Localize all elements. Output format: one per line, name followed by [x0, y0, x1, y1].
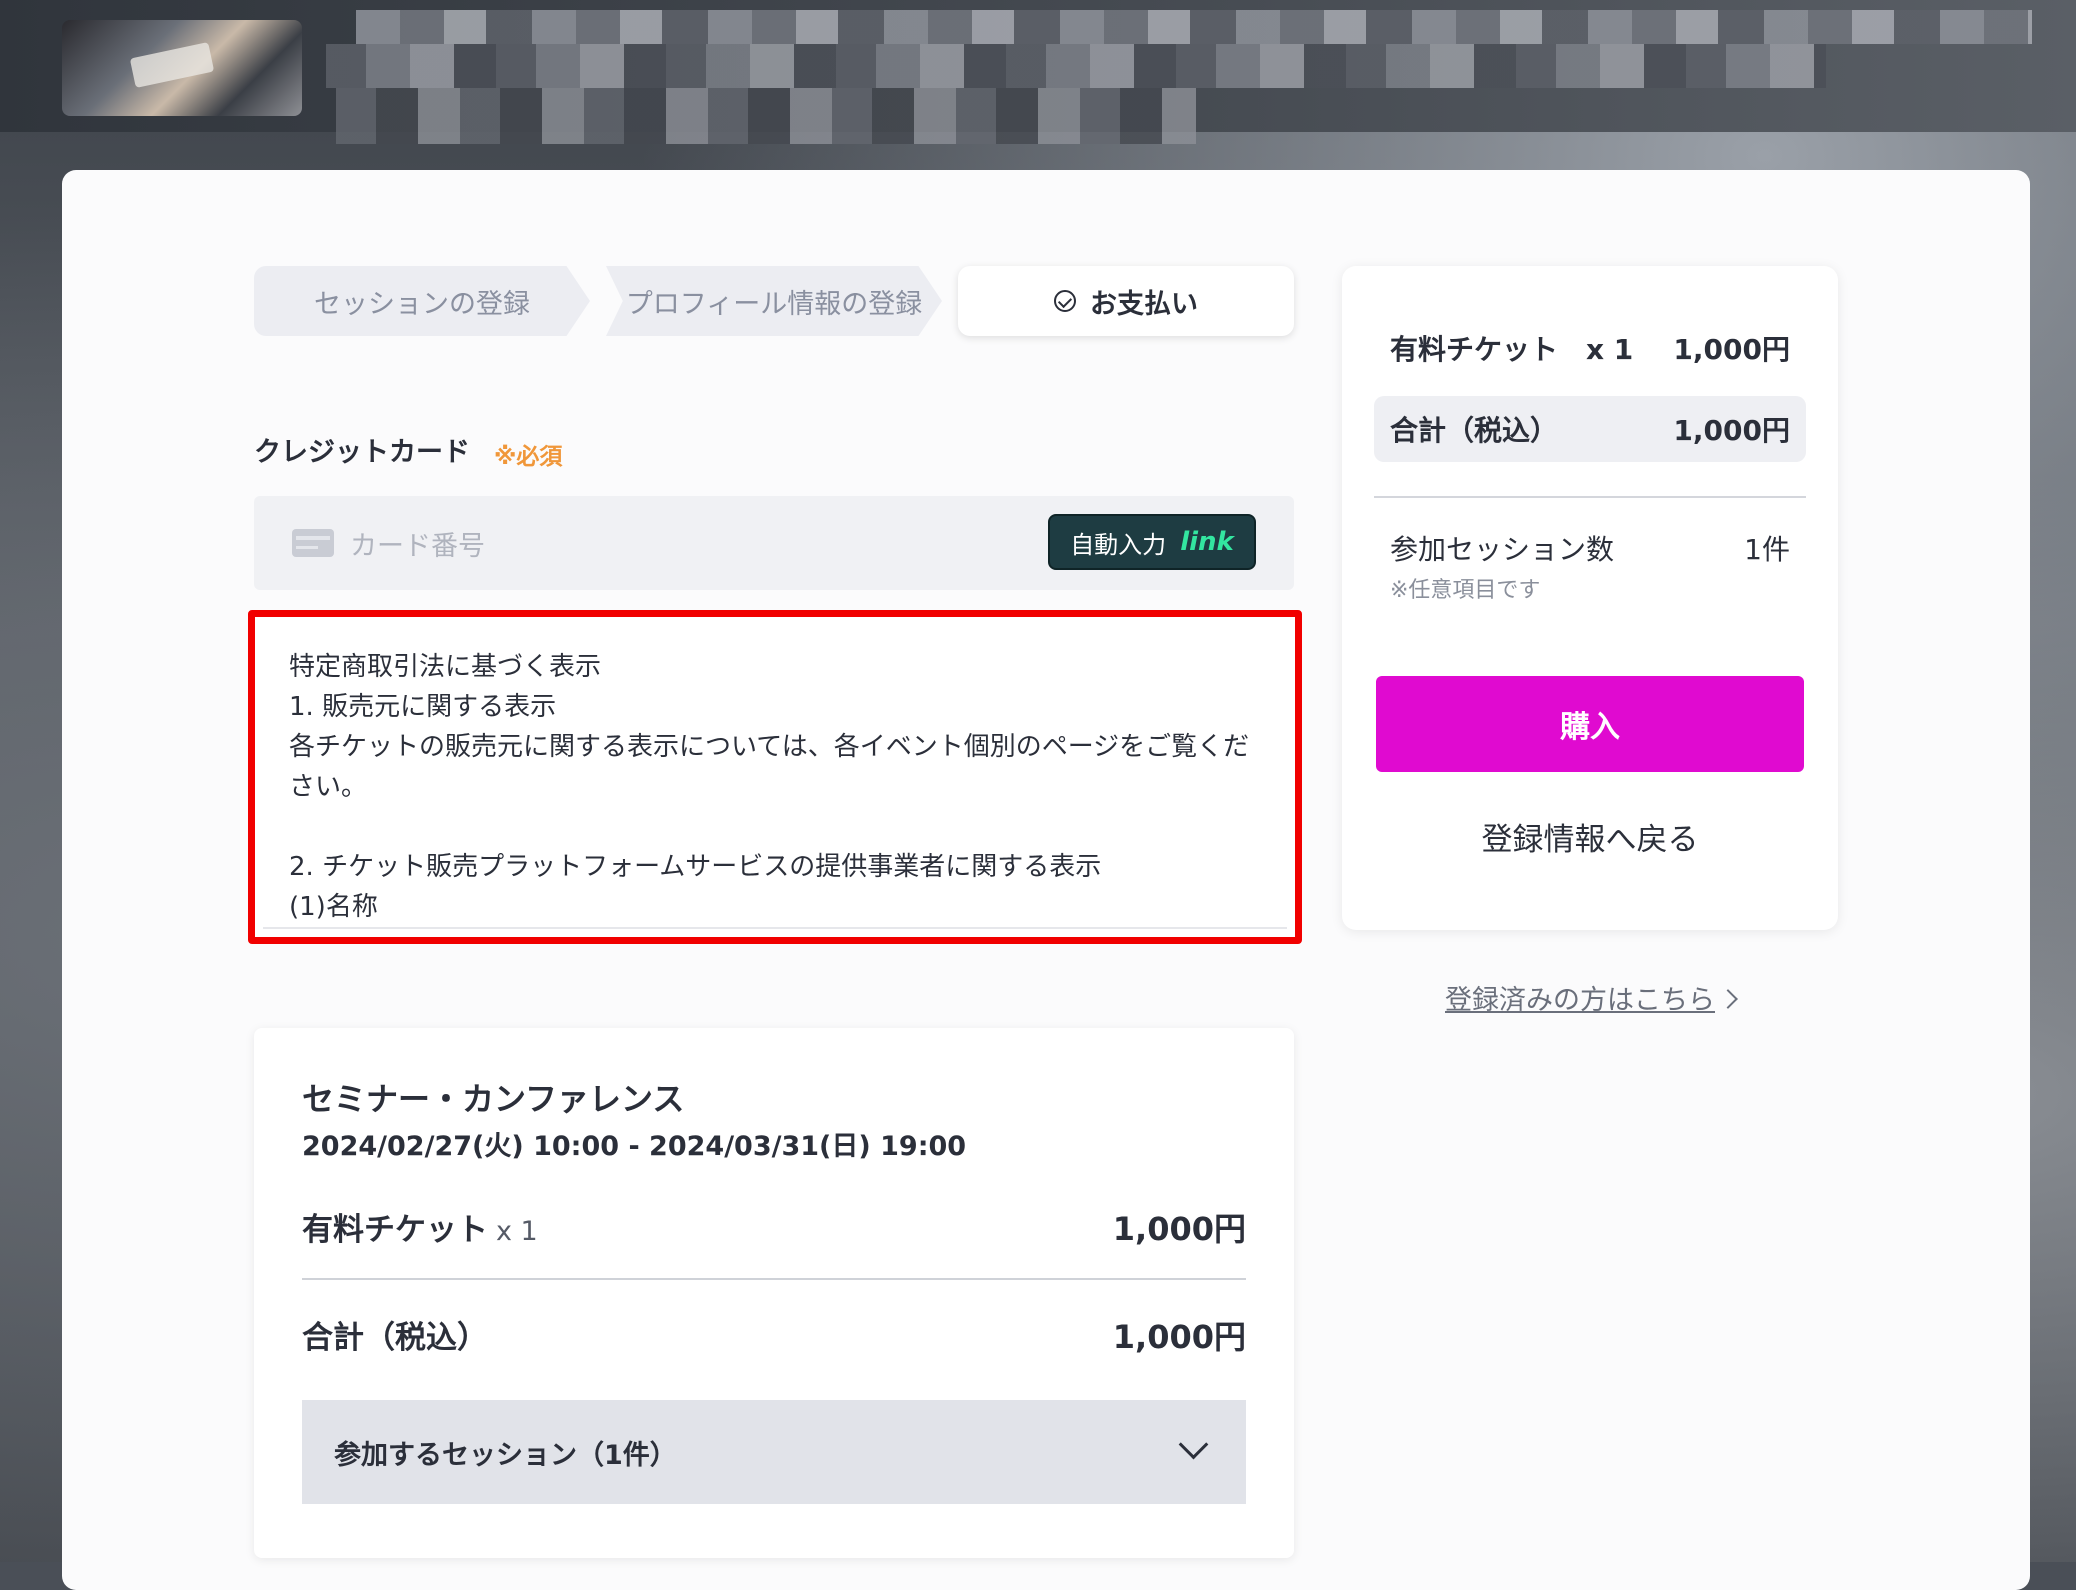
- session-count-label: 参加セッション数: [1390, 533, 1615, 566]
- chevron-down-icon: [1178, 1429, 1209, 1460]
- credit-card-label: クレジットカード: [254, 437, 470, 468]
- sessions-accordion-label: 参加するセッション（1件）: [334, 1439, 677, 1471]
- sessions-accordion[interactable]: 参加するセッション（1件）: [302, 1400, 1246, 1504]
- step-session-registration: セッションの登録: [254, 266, 590, 336]
- chevron-right-icon: [1718, 989, 1738, 1009]
- ticket-label: 有料チケット: [302, 1212, 488, 1248]
- event-date: 2024/02/27(火) 10:00 - 2024/03/31(日) 19:0…: [302, 1131, 967, 1162]
- event-header: [0, 0, 2076, 144]
- step-indicator: セッションの登録 プロフィール情報の登録 お支払い: [254, 266, 1294, 336]
- total-price: 1,000円: [1112, 1318, 1246, 1356]
- purchase-button[interactable]: 購入: [1376, 676, 1804, 772]
- already-registered-link[interactable]: 登録済みの方はこちら: [1342, 978, 1838, 1017]
- session-count-row: 参加セッション数 1件: [1390, 528, 1790, 568]
- check-circle-icon: [1054, 290, 1076, 312]
- card-number-placeholder: カード番号: [350, 531, 485, 562]
- sidebar-total-label: 合計（税込）: [1390, 414, 1559, 447]
- sidebar-ticket-price: 1,000円: [1673, 333, 1790, 366]
- legal-line: 各チケットの販売元に関する表示については、各イベント個別のページをご覧ください。: [289, 732, 1250, 802]
- already-registered-label: 登録済みの方はこちら: [1445, 985, 1715, 1016]
- sidebar-total-price: 1,000円: [1673, 414, 1790, 447]
- back-to-registration-link[interactable]: 登録情報へ戻る: [1342, 814, 1838, 859]
- legal-line: 2. チケット販売プラットフォームサービスの提供事業者に関する表示: [289, 852, 1102, 882]
- legal-line: (1)名称: [289, 892, 378, 922]
- credit-card-icon: [292, 529, 334, 557]
- link-autofill-button[interactable]: 自動入力 link: [1048, 514, 1256, 570]
- legal-line: 1. 販売元に関する表示: [289, 692, 557, 722]
- legal-scroll-edge: [263, 927, 1287, 929]
- ticket-row-label: 有料チケット x 1: [302, 1204, 538, 1249]
- step-label: セッションの登録: [314, 288, 530, 320]
- divider: [302, 1278, 1246, 1280]
- divider: [1374, 496, 1806, 498]
- sidebar-total-box: 合計（税込） 1,000円: [1374, 396, 1806, 462]
- optional-note: ※任意項目です: [1390, 578, 1541, 603]
- link-logo: link: [1180, 527, 1234, 557]
- card-number-field[interactable]: カード番号 自動入力 link: [254, 496, 1294, 590]
- redacted-title: [356, 10, 2032, 44]
- step-payment-active: お支払い: [958, 266, 1294, 336]
- event-summary-card: セミナー・カンファレンス 2024/02/27(火) 10:00 - 2024/…: [254, 1028, 1294, 1558]
- autofill-label: 自動入力: [1070, 530, 1167, 559]
- order-sidebar: 有料チケット x 1 1,000円 合計（税込） 1,000円 参加セッション数…: [1342, 266, 1838, 930]
- sidebar-ticket-row: 有料チケット x 1 1,000円: [1390, 328, 1790, 368]
- legal-notice-box[interactable]: 特定商取引法に基づく表示 1. 販売元に関する表示 各チケットの販売元に関する表…: [248, 610, 1302, 944]
- total-label: 合計（税込）: [302, 1320, 488, 1356]
- ticket-price: 1,000円: [1112, 1210, 1246, 1248]
- event-title: セミナー・カンファレンス: [302, 1080, 685, 1118]
- redacted-title: [326, 44, 1826, 88]
- legal-line: 特定商取引法に基づく表示: [289, 652, 602, 682]
- step-label: お支払い: [1090, 288, 1198, 320]
- step-label: プロフィール情報の登録: [625, 288, 923, 320]
- step-profile-registration: プロフィール情報の登録: [606, 266, 942, 336]
- redacted-subtitle: [336, 88, 1196, 144]
- required-badge: ※必須: [494, 444, 563, 470]
- event-thumbnail: [62, 20, 302, 116]
- ticket-qty: x 1: [496, 1216, 538, 1247]
- sidebar-ticket-label: 有料チケット x 1: [1390, 333, 1634, 366]
- legal-line: ​: [289, 807, 1261, 847]
- session-count-value: 1件: [1744, 533, 1790, 566]
